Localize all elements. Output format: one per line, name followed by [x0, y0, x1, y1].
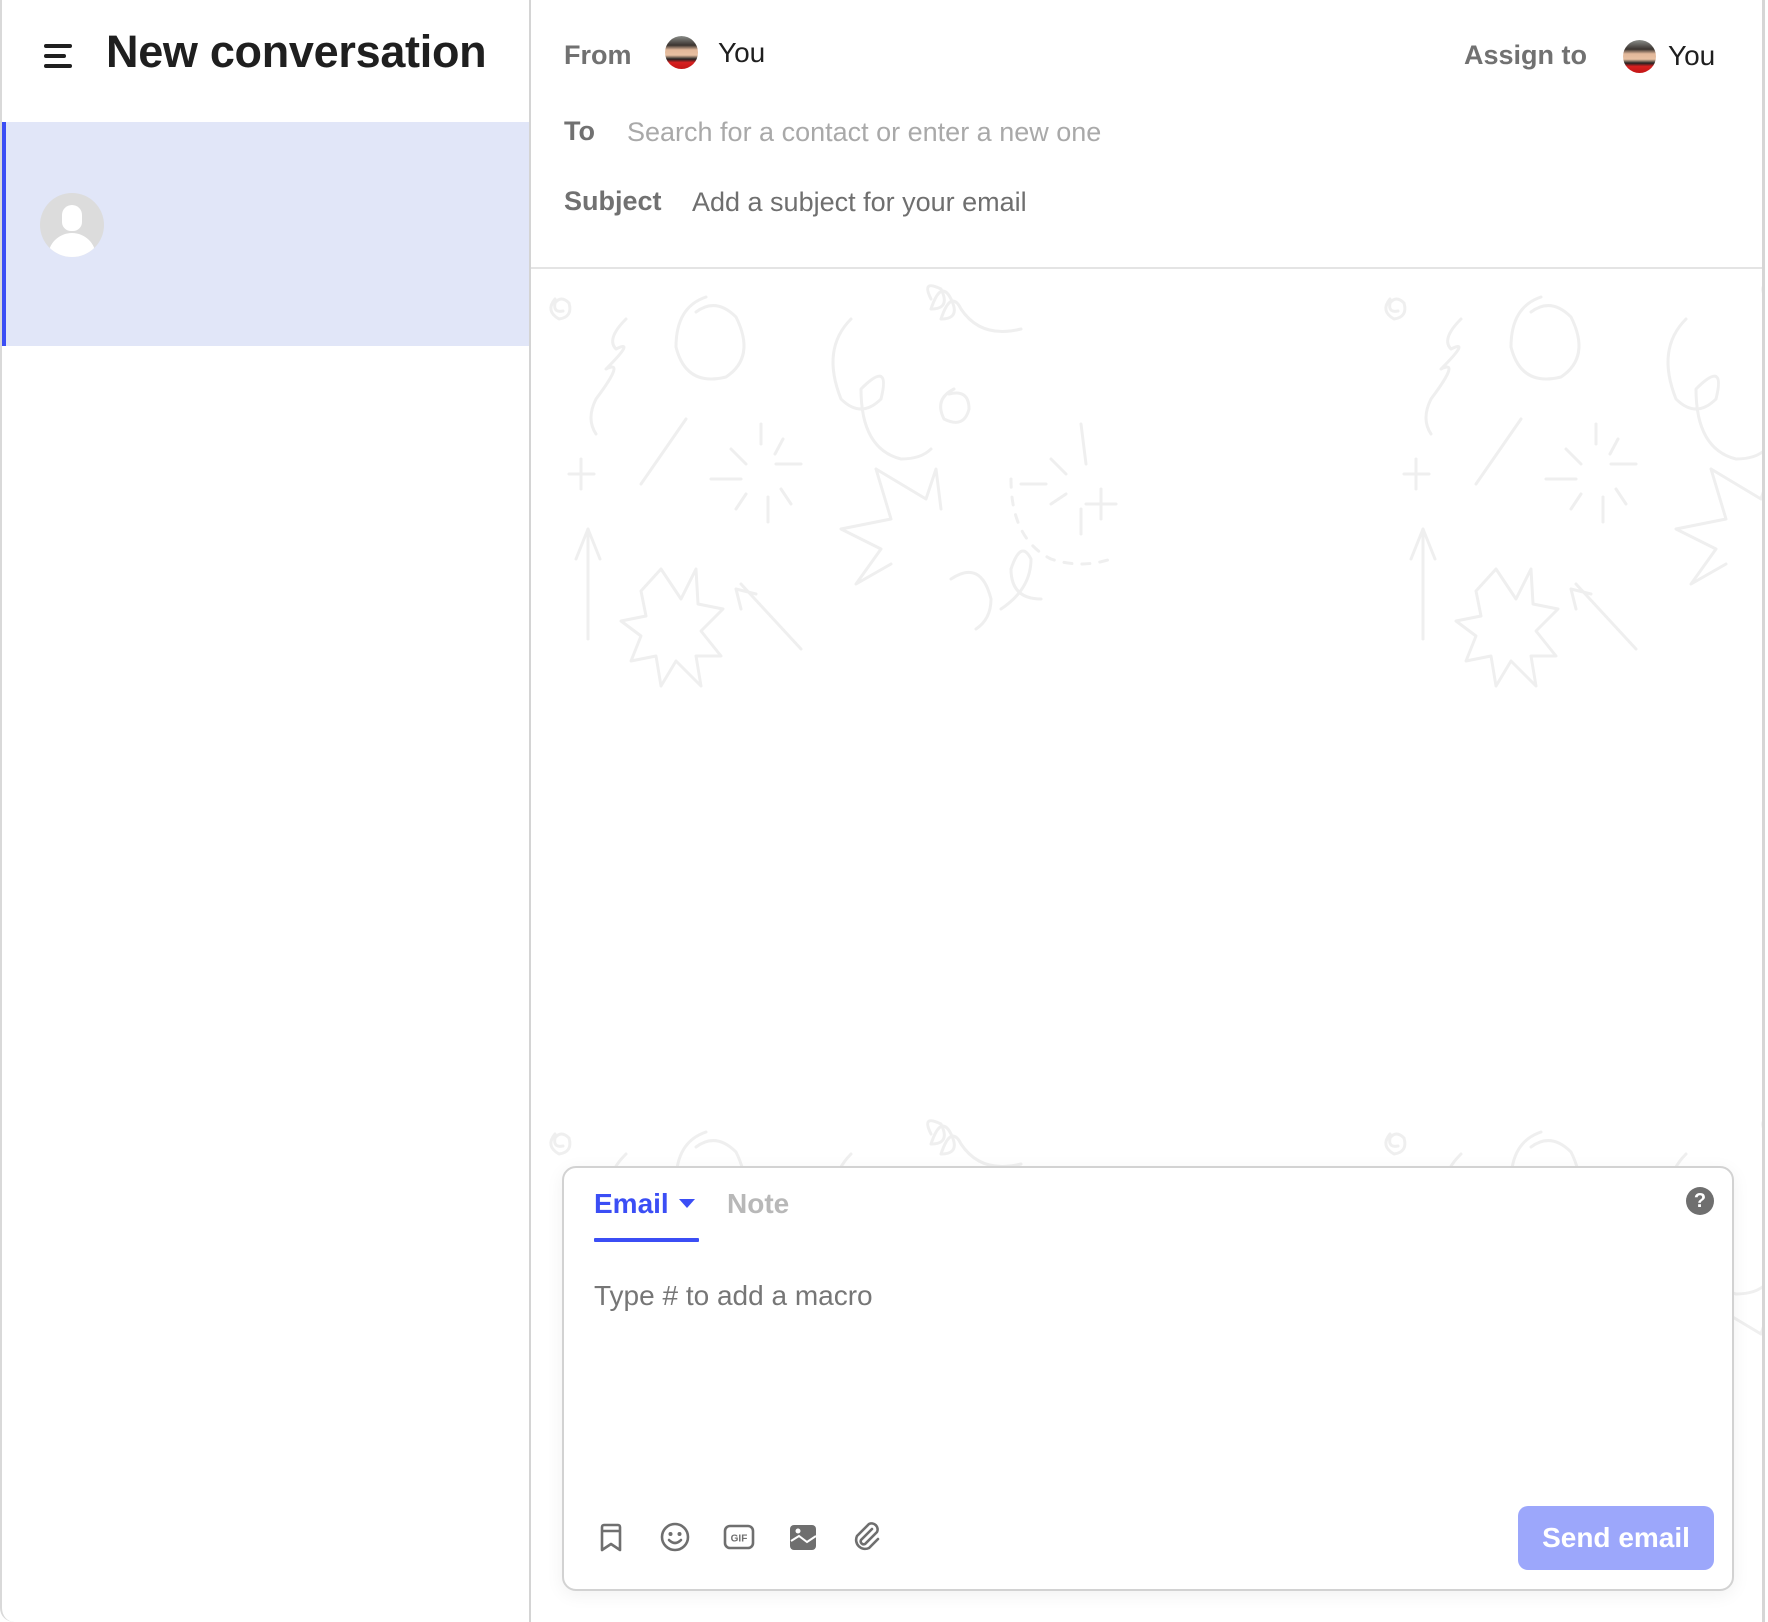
chevron-down-icon[interactable]	[678, 1199, 695, 1209]
from-user-avatar[interactable]	[665, 36, 698, 69]
conversation-sidebar: New conversation	[0, 0, 531, 1622]
reply-body-input[interactable]	[594, 1280, 1694, 1460]
page-title: New conversation	[106, 26, 487, 77]
assignee-avatar[interactable]	[1623, 40, 1656, 73]
assignee-name[interactable]: You	[1668, 40, 1715, 72]
assign-to-label: Assign to	[1464, 40, 1588, 70]
image-icon[interactable]	[786, 1520, 820, 1554]
tab-note[interactable]: Note	[727, 1188, 789, 1220]
hamburger-menu-icon[interactable]	[44, 44, 74, 68]
default-user-avatar-icon	[40, 193, 104, 257]
conversation-list-item[interactable]	[2, 122, 529, 346]
sidebar-header: New conversation	[2, 0, 529, 122]
emoji-icon[interactable]	[658, 1520, 692, 1554]
gif-icon[interactable]: GIF	[722, 1520, 756, 1554]
reply-composer: Email Note ? GIF	[562, 1166, 1734, 1591]
subject-input[interactable]	[692, 182, 1592, 222]
to-label: To	[564, 116, 595, 146]
bookmark-icon[interactable]	[594, 1520, 628, 1554]
paperclip-icon[interactable]	[850, 1520, 884, 1554]
active-tab-indicator	[594, 1238, 699, 1242]
selected-indicator	[2, 122, 6, 346]
email-header: From You Assign to You To Subject	[531, 0, 1762, 269]
tab-email-label: Email	[594, 1188, 669, 1219]
from-label: From	[564, 40, 632, 70]
from-user-name[interactable]: You	[718, 37, 765, 69]
conversation-main: From You Assign to You To Subject	[531, 0, 1765, 1622]
to-recipient-input[interactable]	[627, 112, 1527, 152]
question-mark-icon[interactable]: ?	[1686, 1187, 1714, 1215]
send-email-button[interactable]: Send email	[1518, 1506, 1714, 1570]
subject-label: Subject	[564, 186, 662, 216]
tab-email[interactable]: Email	[594, 1188, 695, 1220]
conversation-canvas: Email Note ? GIF	[531, 269, 1762, 1622]
svg-text:GIF: GIF	[731, 1534, 748, 1545]
